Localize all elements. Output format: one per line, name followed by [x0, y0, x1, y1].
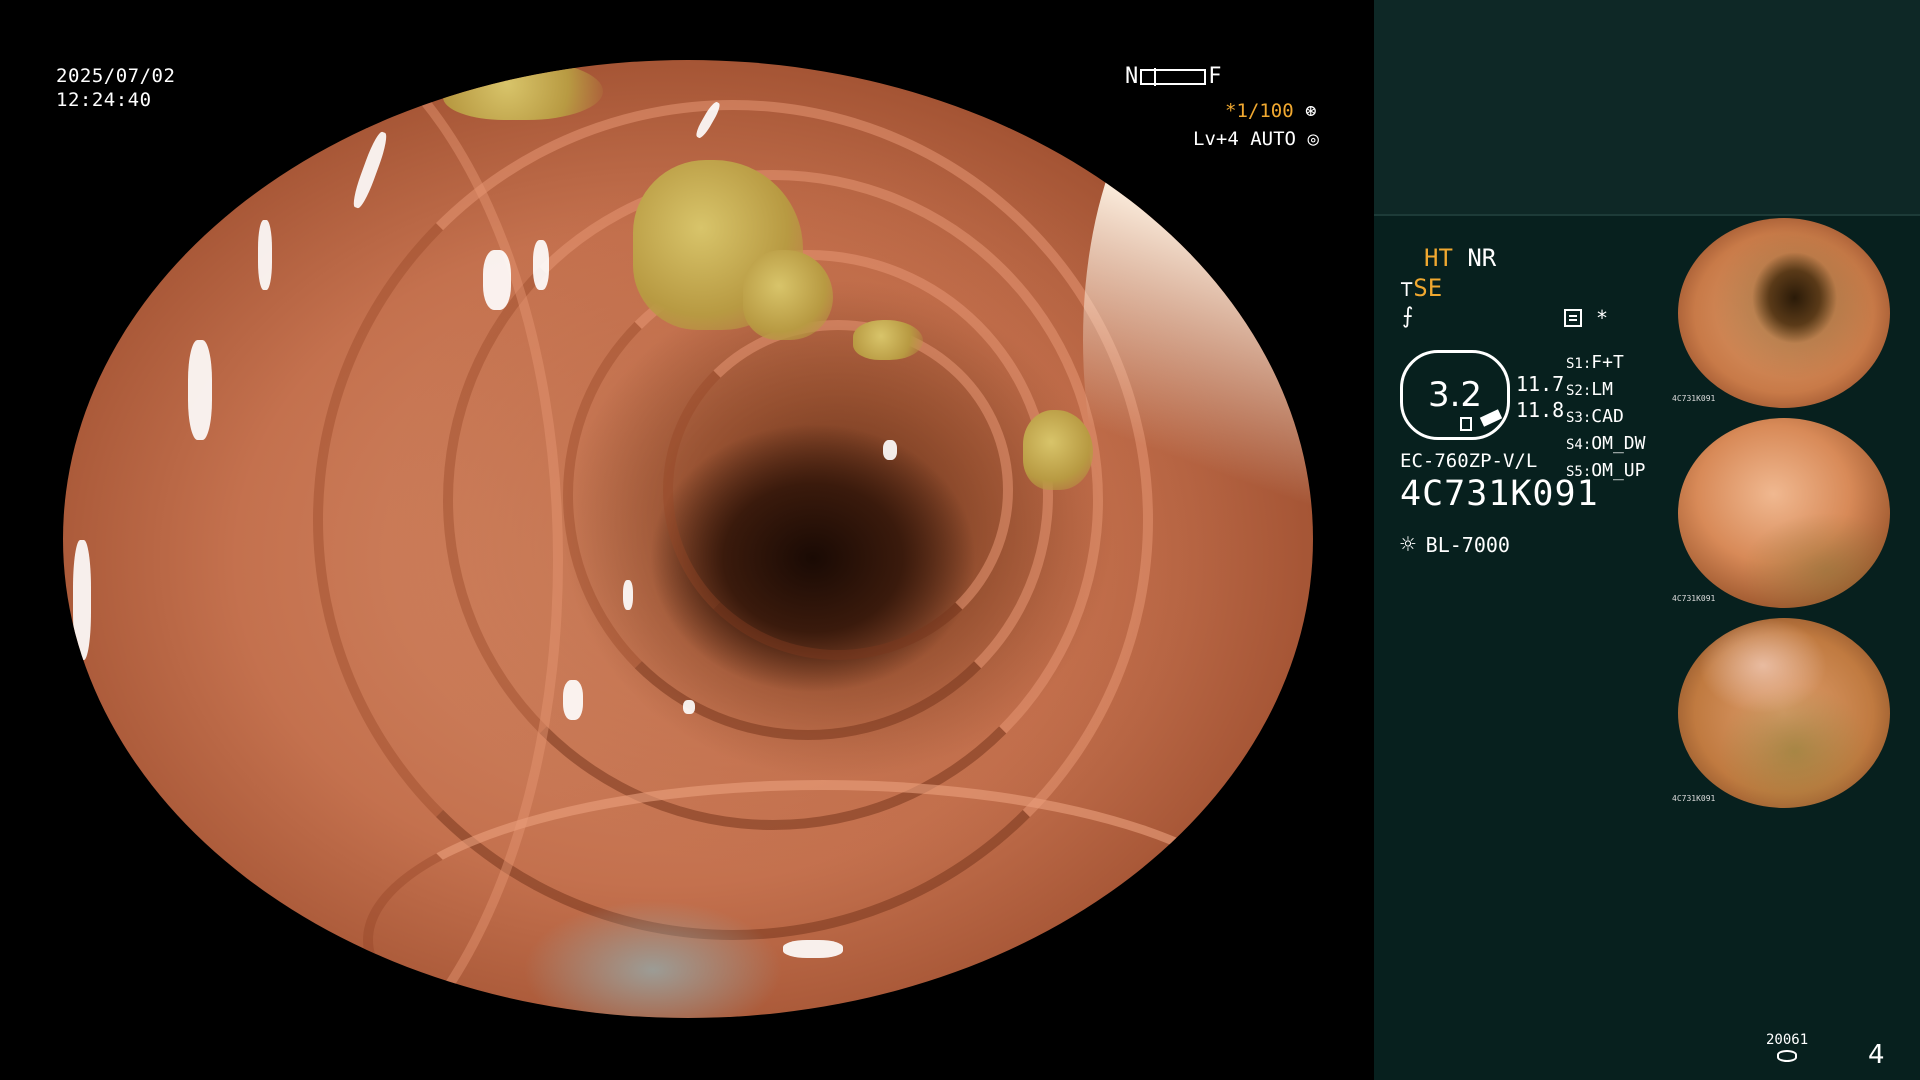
se-label: SE — [1413, 274, 1443, 302]
memo-indicator: * — [1564, 306, 1608, 330]
setting-row: S1:F+T — [1566, 350, 1645, 377]
setting-key: S1: — [1566, 356, 1592, 372]
gauge-tab-icon — [1479, 409, 1503, 427]
glare-spot — [883, 440, 897, 460]
capture-thumbnail[interactable]: 4C731K091 — [1670, 416, 1920, 610]
thumbnail-image — [1678, 418, 1890, 608]
memo-star: * — [1596, 306, 1609, 330]
zoom-gauge: 3.2 — [1400, 350, 1510, 440]
residue-patch — [743, 250, 833, 340]
glare-spot — [533, 240, 549, 290]
time-text: 12:24:40 — [56, 89, 152, 111]
shutter-readout: *1/100 ⊛ — [1225, 100, 1317, 122]
capture-thumbnail[interactable]: 4C731K091 — [1670, 616, 1920, 810]
focus-indicator: N F — [1125, 64, 1222, 89]
setting-row: S2:LM — [1566, 377, 1645, 404]
glare-spot — [783, 940, 843, 958]
setting-value: OM_DW — [1591, 433, 1646, 454]
setting-key: S2: — [1566, 383, 1592, 399]
residue-patch — [1023, 410, 1093, 490]
auto-text: AUTO — [1250, 128, 1296, 150]
residue-patch — [853, 320, 923, 360]
setting-value: CAD — [1591, 406, 1624, 427]
gauge-top-value: 11.7 — [1516, 372, 1565, 396]
info-panel-header — [1374, 0, 1920, 216]
mucosal-fold — [663, 320, 1013, 660]
near-label: N — [1125, 64, 1139, 89]
thumbnail-image — [1678, 618, 1890, 808]
focus-bar — [1140, 67, 1207, 86]
glare-spot — [483, 250, 511, 310]
image-counter: 20061 — [1766, 1032, 1808, 1062]
mode-row-ht: HT NR — [1424, 244, 1496, 272]
thumbnail-image — [1678, 218, 1890, 408]
setting-value: F+T — [1591, 352, 1624, 373]
switch-settings: S1:F+T S2:LM S3:CAD S4:OM_DW S5:OM_UP — [1566, 350, 1645, 485]
gauge-square-icon — [1460, 417, 1472, 431]
setting-value: LM — [1591, 379, 1613, 400]
storage-icon — [1777, 1050, 1798, 1062]
scope-model: EC-760ZP-V/L — [1400, 450, 1538, 472]
endoscope-live-view — [63, 60, 1313, 1018]
glare-spot — [73, 540, 91, 660]
light-source: ☼ BL-7000 — [1400, 530, 1510, 560]
zoom-value: 3.2 — [1427, 375, 1483, 415]
residue-patch — [443, 60, 603, 120]
thumbnail-label: 4C731K091 — [1672, 594, 1716, 603]
glare-spot — [563, 680, 583, 720]
scope-angle-icon: ⊤ — [1400, 277, 1414, 302]
shutter-speed: *1/100 — [1225, 100, 1294, 122]
thumbnail-label: 4C731K091 — [1672, 394, 1716, 403]
thumbnail-label: 4C731K091 — [1672, 794, 1716, 803]
mode-row-se: ⊤SE — [1400, 274, 1442, 302]
far-label: F — [1208, 64, 1222, 89]
ht-label: HT — [1424, 244, 1453, 272]
setting-row: S3:CAD — [1566, 404, 1645, 431]
image-count: 20061 — [1766, 1032, 1809, 1048]
scope-serial: 4C731K091 — [1400, 474, 1599, 514]
iris-readout: Lv+4 AUTO ◎ — [1193, 128, 1319, 150]
glare-spot — [258, 220, 272, 290]
capture-thumbnail[interactable]: 4C731K091 — [1670, 216, 1920, 410]
glare-spot — [683, 700, 695, 714]
light-source-icon: ☼ — [1400, 530, 1416, 560]
enhancement-icon: ⨍ — [1402, 304, 1414, 329]
memo-icon — [1564, 309, 1582, 327]
nr-label: NR — [1467, 244, 1497, 272]
datetime-stamp: 2025/07/02 12:24:40 — [56, 64, 175, 112]
setting-row: S4:OM_DW — [1566, 431, 1645, 458]
shutter-icon: ⊛ — [1305, 100, 1317, 122]
setting-key: S3: — [1566, 410, 1592, 426]
setting-key: S4: — [1566, 437, 1592, 453]
gauge-bottom-value: 11.8 — [1516, 398, 1565, 422]
glare-spot — [188, 340, 212, 440]
page-number: 4 — [1868, 1040, 1885, 1070]
level-text: Lv+4 — [1193, 128, 1239, 150]
auto-icon: ◎ — [1307, 128, 1319, 150]
setting-value: OM_UP — [1591, 460, 1646, 481]
date-text: 2025/07/02 — [56, 65, 176, 87]
glare-spot — [623, 580, 633, 610]
light-source-name: BL-7000 — [1425, 533, 1510, 557]
